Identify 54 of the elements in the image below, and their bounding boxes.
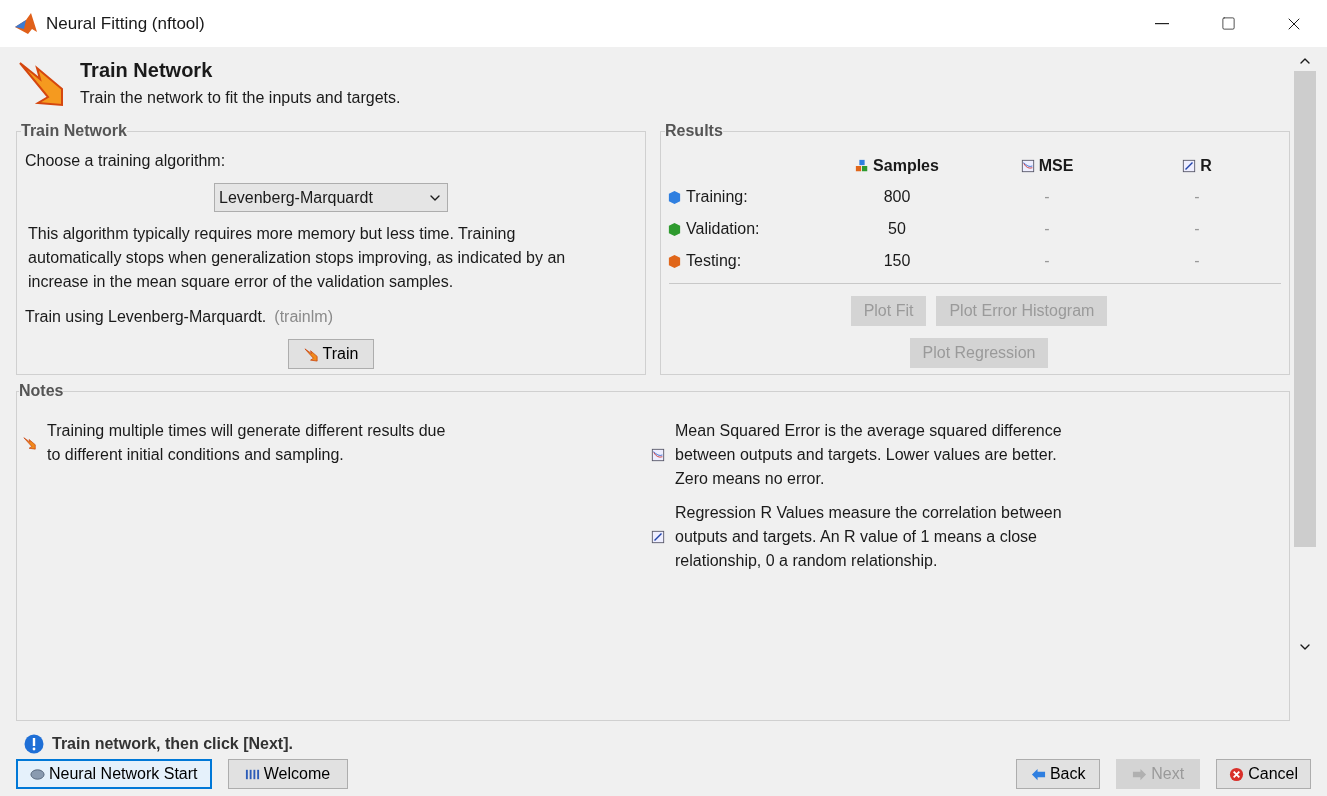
cubes-icon — [855, 159, 870, 173]
table-cell-text: 150 — [883, 251, 911, 271]
left-arrow-icon — [1030, 766, 1046, 782]
cancel-button[interactable]: Cancel — [1216, 759, 1311, 789]
cube-icon — [667, 221, 682, 237]
algorithm-description: This algorithm typically requires more memory but less time. Training automatically stops when generalization stops improving, as indicated by an increase in the mean square error of the validation samples. — [27, 224, 567, 292]
table-cell-text: - — [1194, 219, 1200, 239]
welcome-button[interactable]: Welcome — [227, 759, 348, 789]
flame-arrow-icon — [23, 436, 37, 450]
chart-icon — [651, 448, 665, 462]
back-button[interactable]: Back — [1016, 759, 1101, 789]
table-cell-text: - — [1044, 219, 1050, 239]
cancel-icon — [1229, 766, 1245, 782]
right-arrow-icon — [1132, 766, 1148, 782]
note-text: Regression R Values measure the correlation between outputs and targets. An R value of 1 means a close relationship, 0 a random relationship. — [675, 503, 1063, 571]
app-logo-icon — [14, 11, 38, 36]
table-cell-text: - — [1194, 187, 1200, 207]
cube-icon — [667, 253, 682, 269]
table-cell-text: 800 — [883, 187, 911, 207]
table-cell-text: - — [1044, 187, 1050, 207]
page-title: Train Network — [80, 58, 214, 83]
algorithm-prompt: Choose a training algorithm: — [25, 151, 227, 171]
cube-icon — [667, 189, 682, 205]
panel-title: Results — [665, 121, 723, 141]
regression-icon — [651, 530, 665, 544]
table-cell-text: - — [1044, 251, 1050, 271]
panel-title: Notes — [19, 381, 64, 401]
column-header: Samples — [873, 156, 939, 176]
column-header: R — [1200, 156, 1212, 176]
column-header: MSE — [1038, 156, 1074, 176]
row-label: Validation: — [686, 219, 760, 239]
function-name: (trainlm) — [274, 307, 333, 327]
row-label: Testing: — [686, 251, 742, 271]
flame-arrow-icon — [303, 346, 319, 362]
status-message: Train network, then click [Next]. — [52, 734, 293, 754]
chart-icon — [1020, 159, 1035, 173]
minimize-icon — [1155, 22, 1169, 25]
scrollbar-thumb[interactable] — [1294, 71, 1316, 547]
maximize-icon — [1220, 16, 1236, 31]
page-subtitle: Train the network to fit the inputs and targets. — [80, 88, 401, 108]
regression-icon — [1182, 159, 1197, 173]
arrow-icon — [18, 59, 66, 107]
info-icon — [24, 734, 44, 754]
row-label: Training: — [686, 187, 748, 207]
train-button[interactable]: Train — [288, 339, 374, 369]
train-using-label: Train using Levenberg-Marquardt. — [25, 307, 267, 327]
table-cell-text: - — [1194, 251, 1200, 271]
note-text: Mean Squared Error is the average squared difference between outputs and targets. Lower values are better. Zero means no error. — [675, 421, 1063, 489]
note-text: Training multiple times will generate different results due to different initial conditions and sampling. — [47, 421, 447, 465]
algorithm-dropdown[interactable]: Levenberg-Marquardt — [214, 183, 448, 212]
panel-title: Train Network — [21, 121, 127, 141]
start-button[interactable]: Neural Network Start — [16, 759, 212, 789]
window-title: Neural Fitting (nftool) — [46, 12, 205, 35]
table-cell-text: 50 — [888, 219, 906, 239]
